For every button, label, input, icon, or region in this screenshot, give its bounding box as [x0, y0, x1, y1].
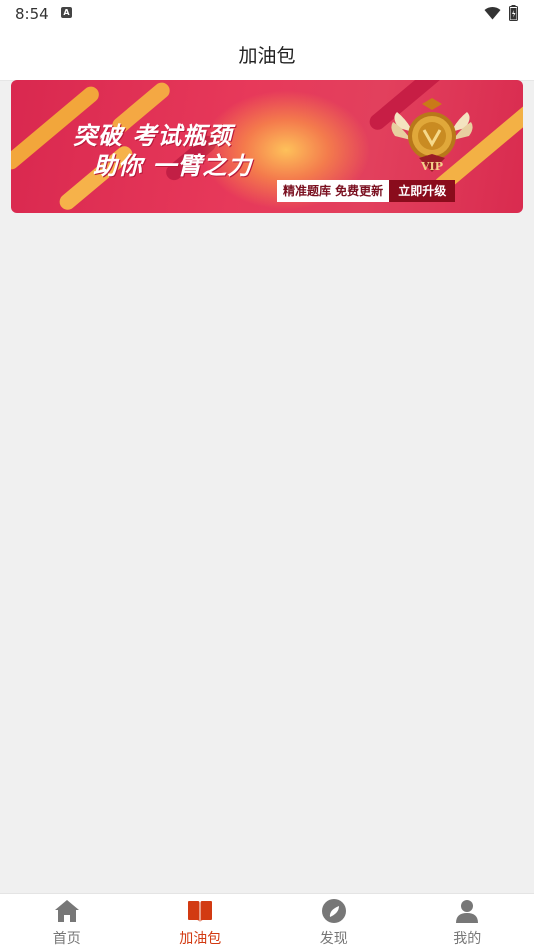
nav-label-mine: 我的 [401, 928, 534, 948]
nav-item-mine[interactable]: 我的 [401, 894, 534, 951]
banner-tagline: 精准题库 免费更新 [277, 180, 389, 202]
status-time: 8:54 [15, 5, 49, 23]
battery-icon [509, 5, 518, 21]
book-icon [187, 898, 213, 924]
notification-a-icon: A [61, 7, 72, 18]
nav-label-discover: 发现 [267, 928, 401, 948]
compass-icon [321, 898, 347, 924]
status-bar: 8:54 A [0, 0, 534, 28]
promo-banner[interactable]: 突破 考试瓶颈 助你 一臂之力 VIP 精准题库 免费更新 立即升级 [11, 80, 523, 213]
nav-label-home: 首页 [0, 928, 134, 948]
nav-item-boost-pack[interactable]: 加油包 [134, 894, 268, 951]
app-header: 加油包 [0, 28, 534, 81]
page-title: 加油包 [0, 41, 534, 68]
nav-label-boost-pack: 加油包 [134, 928, 268, 948]
upgrade-now-button[interactable]: 立即升级 [389, 180, 455, 202]
user-icon [454, 898, 480, 924]
banner-headline-2: 助你 一臂之力 [93, 146, 252, 181]
nav-item-discover[interactable]: 发现 [267, 894, 401, 951]
bottom-nav: 首页 加油包 发现 我的 [0, 893, 534, 951]
home-icon [54, 898, 80, 924]
vip-badge-text: VIP [420, 160, 443, 173]
wifi-icon [484, 6, 501, 20]
nav-item-home[interactable]: 首页 [0, 894, 134, 951]
banner-tag-row: 精准题库 免费更新 立即升级 [277, 180, 455, 202]
vip-emblem-icon: VIP [389, 98, 475, 178]
